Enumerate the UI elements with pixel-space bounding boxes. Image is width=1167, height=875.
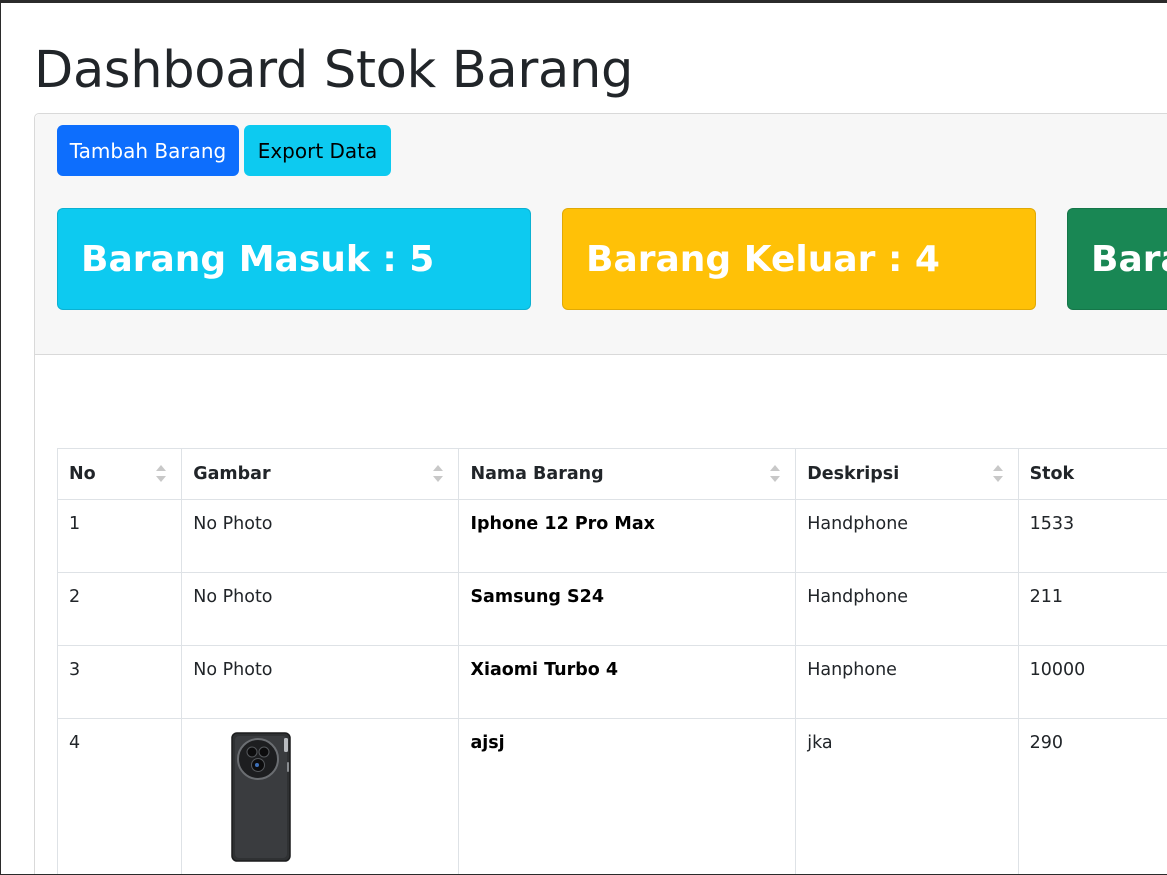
table-row: 3 No Photo Xiaomi Turbo 4 Hanphone 10000 <box>56 645 1167 719</box>
column-header-no[interactable]: No <box>56 448 183 500</box>
table-row: 2 No Photo Samsung S24 Handphone 211 <box>56 572 1167 646</box>
cell-deskripsi: Hanphone <box>795 645 1019 719</box>
cell-gambar: No Photo <box>181 572 460 646</box>
column-header-stok[interactable]: Stok <box>1017 448 1167 500</box>
table-row: 1 No Photo Iphone 12 Pro Max Handphone 1… <box>56 499 1167 573</box>
product-photo <box>231 732 291 862</box>
export-data-button[interactable]: Export Data <box>244 125 391 176</box>
cell-no: 3 <box>56 645 183 719</box>
column-header-gambar[interactable]: Gambar <box>181 448 460 500</box>
cell-stok: 10000 <box>1017 645 1167 719</box>
cell-gambar: No Photo <box>181 645 460 719</box>
cell-gambar <box>181 718 460 874</box>
cell-nama-barang: Samsung S24 <box>458 572 797 646</box>
cell-stok: 211 <box>1017 572 1167 646</box>
page-title: Dashboard Stok Barang <box>34 41 634 100</box>
column-header-deskripsi[interactable]: Deskripsi <box>795 448 1019 500</box>
stat-barang-keluar: Barang Keluar : 4 <box>562 208 1036 310</box>
cell-no: 1 <box>56 499 183 573</box>
browser-viewport: Dashboard Stok Barang Tambah Barang Expo… <box>0 0 1167 875</box>
cell-no: 4 <box>56 718 183 874</box>
phone-image-icon <box>231 732 291 862</box>
column-header-label: Gambar <box>193 464 271 484</box>
card-header: Tambah Barang Export Data Barang Masuk :… <box>35 114 1167 355</box>
cell-deskripsi: jka <box>795 718 1019 874</box>
stat-barang-masuk: Barang Masuk : 5 <box>57 208 531 310</box>
sort-icon[interactable] <box>433 464 444 484</box>
table-header-row: No Gambar Nama Barang Deskripsi Stok <box>56 448 1167 500</box>
cell-stok: 290 <box>1017 718 1167 874</box>
stock-table: No Gambar Nama Barang Deskripsi Stok 1 N… <box>56 448 1167 874</box>
cell-nama-barang: ajsj <box>458 718 797 874</box>
column-header-label: Stok <box>1029 464 1075 484</box>
cell-no: 2 <box>56 572 183 646</box>
column-header-label: Deskripsi <box>807 464 900 484</box>
sort-icon[interactable] <box>156 464 167 484</box>
stock-card: Tambah Barang Export Data Barang Masuk :… <box>34 113 1167 874</box>
column-header-label: No <box>69 464 96 484</box>
cell-stok: 1533 <box>1017 499 1167 573</box>
column-header-label: Nama Barang <box>470 464 604 484</box>
cell-nama-barang: Xiaomi Turbo 4 <box>458 645 797 719</box>
table-row: 4 ajsj jka 290 <box>56 718 1167 874</box>
add-item-button[interactable]: Tambah Barang <box>57 125 239 176</box>
cell-gambar: No Photo <box>181 499 460 573</box>
stat-barang-total: Bara <box>1067 208 1167 310</box>
cell-nama-barang: Iphone 12 Pro Max <box>458 499 797 573</box>
cell-deskripsi: Handphone <box>795 499 1019 573</box>
sort-icon[interactable] <box>770 464 781 484</box>
cell-deskripsi: Handphone <box>795 572 1019 646</box>
sort-icon[interactable] <box>992 464 1003 484</box>
column-header-nama-barang[interactable]: Nama Barang <box>458 448 797 500</box>
